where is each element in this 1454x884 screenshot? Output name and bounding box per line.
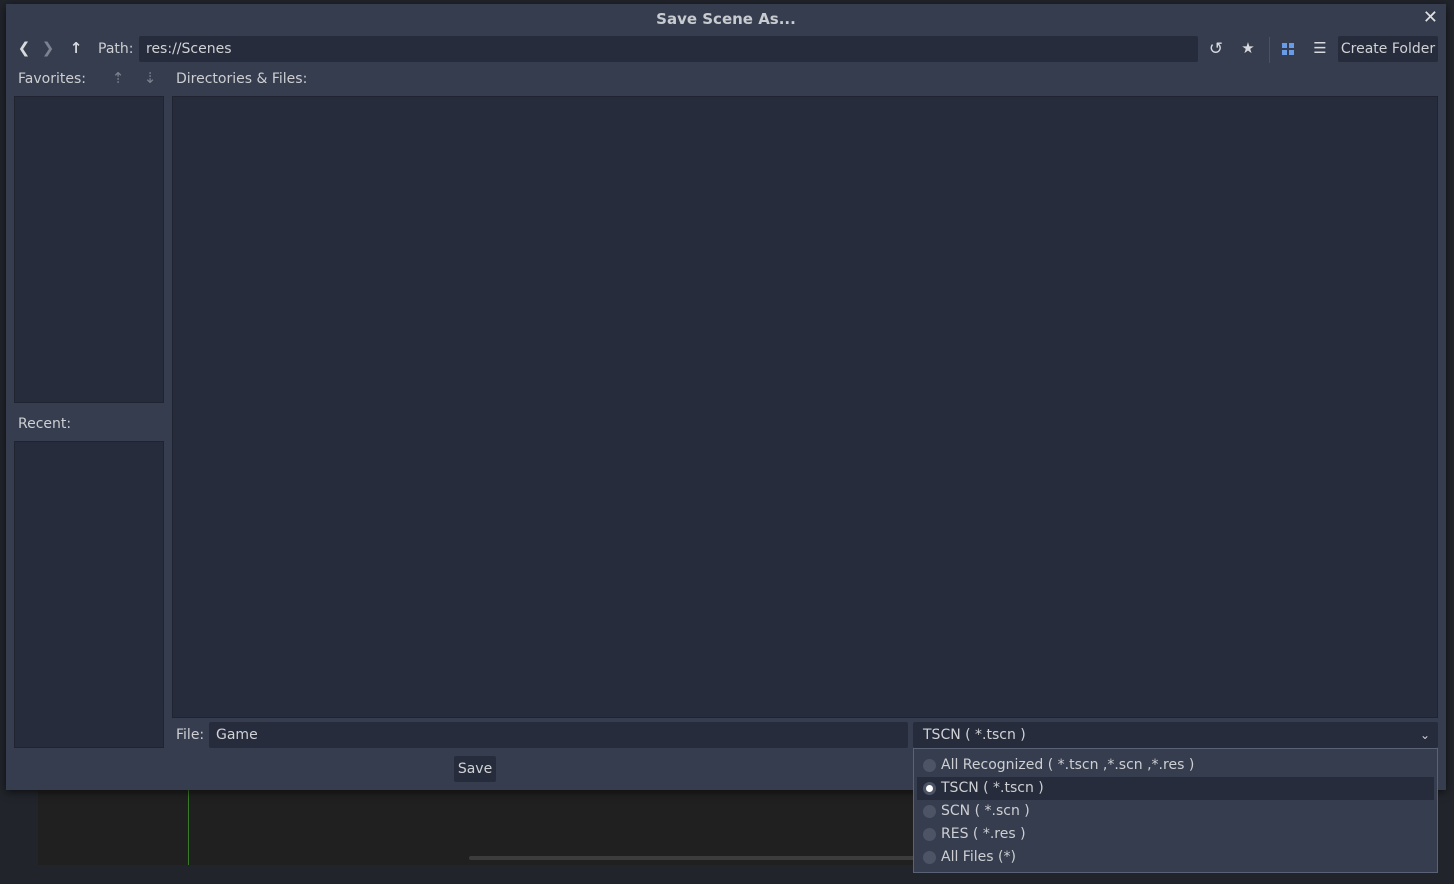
file-name-input[interactable]: Game [209,722,908,748]
parent-folder-icon[interactable]: ↑ [68,39,84,57]
refresh-icon[interactable]: ↺ [1208,39,1224,59]
save-scene-dialog: Save Scene As... ✕ ❮ ❯ ↑ Path: res://Sce… [6,4,1446,790]
filter-option[interactable]: All Files (*) [917,846,1434,869]
option-label: All Files (*) [941,849,1016,865]
option-label: RES ( *.res ) [941,826,1026,842]
favorites-list[interactable] [14,96,164,403]
file-label: File: [176,727,205,743]
grid-view-icon[interactable] [1282,43,1294,55]
timeline-cursor [188,790,189,865]
move-favorite-up-icon[interactable]: ⇡ [110,69,126,87]
filter-option[interactable]: All Recognized ( *.tscn ,*.scn ,*.res ) [917,754,1434,777]
filter-option[interactable]: TSCN ( *.tscn ) [917,777,1434,800]
option-label: SCN ( *.scn ) [941,803,1030,819]
option-label: All Recognized ( *.tscn ,*.scn ,*.res ) [941,757,1195,773]
radio-icon [923,851,936,864]
files-label: Directories & Files: [176,71,308,87]
create-folder-button[interactable]: Create Folder [1338,36,1438,62]
filter-option[interactable]: SCN ( *.scn ) [917,800,1434,823]
close-icon[interactable]: ✕ [1423,7,1438,28]
divider [1269,37,1270,63]
filter-select[interactable]: TSCN ( *.tscn ) ⌄ [913,722,1438,748]
favorite-star-icon[interactable]: ★ [1240,39,1256,57]
move-favorite-down-icon[interactable]: ⇣ [142,69,158,87]
filter-selected: TSCN ( *.tscn ) [923,727,1026,743]
back-icon[interactable]: ❮ [16,39,32,57]
editor-canvas [38,790,918,865]
filter-option[interactable]: RES ( *.res ) [917,823,1434,846]
list-view-icon[interactable]: ☰ [1312,39,1328,57]
favorites-label: Favorites: [18,71,86,87]
forward-icon[interactable]: ❯ [40,39,56,57]
radio-checked-icon [923,782,936,795]
editor-scrollbar [469,856,919,860]
recent-label: Recent: [18,416,72,432]
save-button[interactable]: Save [454,756,496,782]
radio-icon [923,828,936,841]
radio-icon [923,805,936,818]
radio-icon [923,759,936,772]
filter-dropdown-menu: All Recognized ( *.tscn ,*.scn ,*.res ) … [913,748,1438,873]
chevron-down-icon: ⌄ [1419,728,1430,742]
dialog-title: Save Scene As... [656,10,796,28]
path-label: Path: [98,41,134,57]
path-input[interactable]: res://Scenes [139,36,1198,62]
recent-list[interactable] [14,441,164,748]
files-list[interactable] [172,96,1438,718]
option-label: TSCN ( *.tscn ) [941,780,1044,796]
